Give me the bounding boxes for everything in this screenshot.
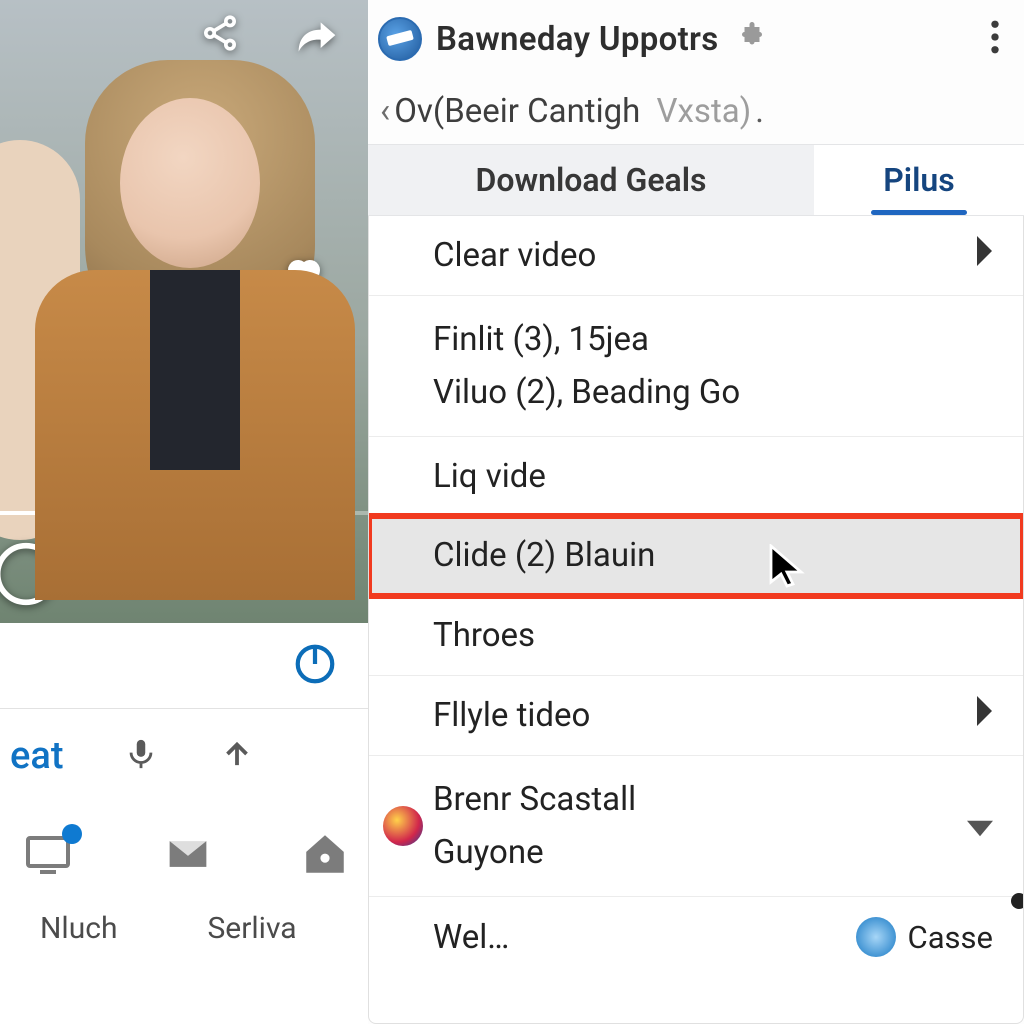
nav-label[interactable]: Nluch [40, 911, 117, 946]
app-logo-icon [378, 17, 422, 61]
breadcrumb-trailing: . [755, 92, 764, 131]
mail-icon[interactable] [161, 832, 215, 880]
extension-icon[interactable] [737, 22, 767, 56]
menu-item-label: Finlit (3), 15jea [433, 320, 649, 359]
menu-item-right-label: Casse [908, 919, 993, 956]
power-icon[interactable] [292, 641, 338, 691]
menu-item-clear-video[interactable]: Clear video [369, 216, 1023, 296]
casse-badge-icon [856, 917, 896, 957]
breadcrumb-secondary: Vxsta) [657, 92, 752, 131]
menu-item-label: Clide (2) Blauin [433, 536, 655, 575]
menu-item-liq-vide[interactable]: Liq vide [369, 437, 1023, 516]
menu-item-label: Viluo (2), Beading Go [433, 373, 740, 412]
video-app-lower: eat Nluch Serliva [0, 623, 368, 1024]
microphone-icon[interactable] [124, 732, 158, 780]
breadcrumb-main: Ov(Beeir Cantigh [394, 92, 640, 131]
panel-header: Bawneday Uppotrs [368, 0, 1024, 78]
menu-item-label: Wel… [433, 918, 509, 957]
tab-pilus[interactable]: Pilus [814, 145, 1024, 215]
tab-download-geals[interactable]: Download Geals [368, 145, 814, 215]
menu-item-label: Clear video [433, 236, 596, 275]
menu-item-throes[interactable]: Throes [369, 596, 1023, 676]
tab-bar: Download Geals Pilus [368, 144, 1024, 216]
menu-item-fllyle-tideo[interactable]: Fllyle tideo [369, 676, 1023, 756]
menu-item-finlit-viluo[interactable]: Finlit (3), 15jea Viluo (2), Beading Go [369, 296, 1023, 437]
video-player[interactable] [0, 0, 368, 623]
menu-item-wel[interactable]: Wel… Casse [369, 897, 1023, 977]
menu-item-label: Liq vide [433, 457, 546, 496]
video-app-pane: eat Nluch Serliva [0, 0, 368, 1024]
menu-item-label: Throes [433, 616, 535, 655]
menu-item-brenr-scastall[interactable]: Brenr Scastall Guyone [369, 756, 1023, 897]
kebab-menu-icon[interactable] [990, 20, 1000, 58]
home-icon[interactable] [300, 829, 350, 883]
dropdown-menu: Clear video Finlit (3), 15jea Viluo (2),… [368, 216, 1024, 1024]
menu-item-label: Brenr Scastall [433, 780, 636, 819]
menu-item-label: Fllyle tideo [433, 696, 590, 735]
nav-label[interactable]: Serliva [207, 911, 296, 946]
panel-app-pane: Bawneday Uppotrs ‹ Ov(Beeir Cantigh Vxst… [368, 0, 1024, 1024]
menu-item-clide-blauin[interactable]: Clide (2) Blauin [369, 516, 1023, 596]
app-color-icon [383, 806, 423, 846]
chevron-left-icon[interactable]: ‹ [380, 91, 390, 131]
cast-icon[interactable] [20, 830, 76, 882]
compose-input[interactable]: eat [10, 734, 64, 778]
share-icon[interactable] [200, 13, 240, 57]
chevron-down-icon [967, 807, 993, 846]
panel-title: Bawneday Uppotrs [436, 20, 719, 59]
mouse-cursor-icon [769, 544, 809, 584]
compose-bar: eat [0, 708, 368, 803]
menu-item-label: Guyone [433, 833, 544, 872]
chevron-right-icon [973, 236, 993, 275]
bottom-nav: Nluch Serliva [0, 803, 368, 1023]
chevron-right-icon [973, 696, 993, 735]
breadcrumb[interactable]: ‹ Ov(Beeir Cantigh Vxsta) . [368, 78, 1024, 144]
upload-icon[interactable] [218, 735, 256, 777]
forward-icon[interactable] [295, 15, 339, 63]
